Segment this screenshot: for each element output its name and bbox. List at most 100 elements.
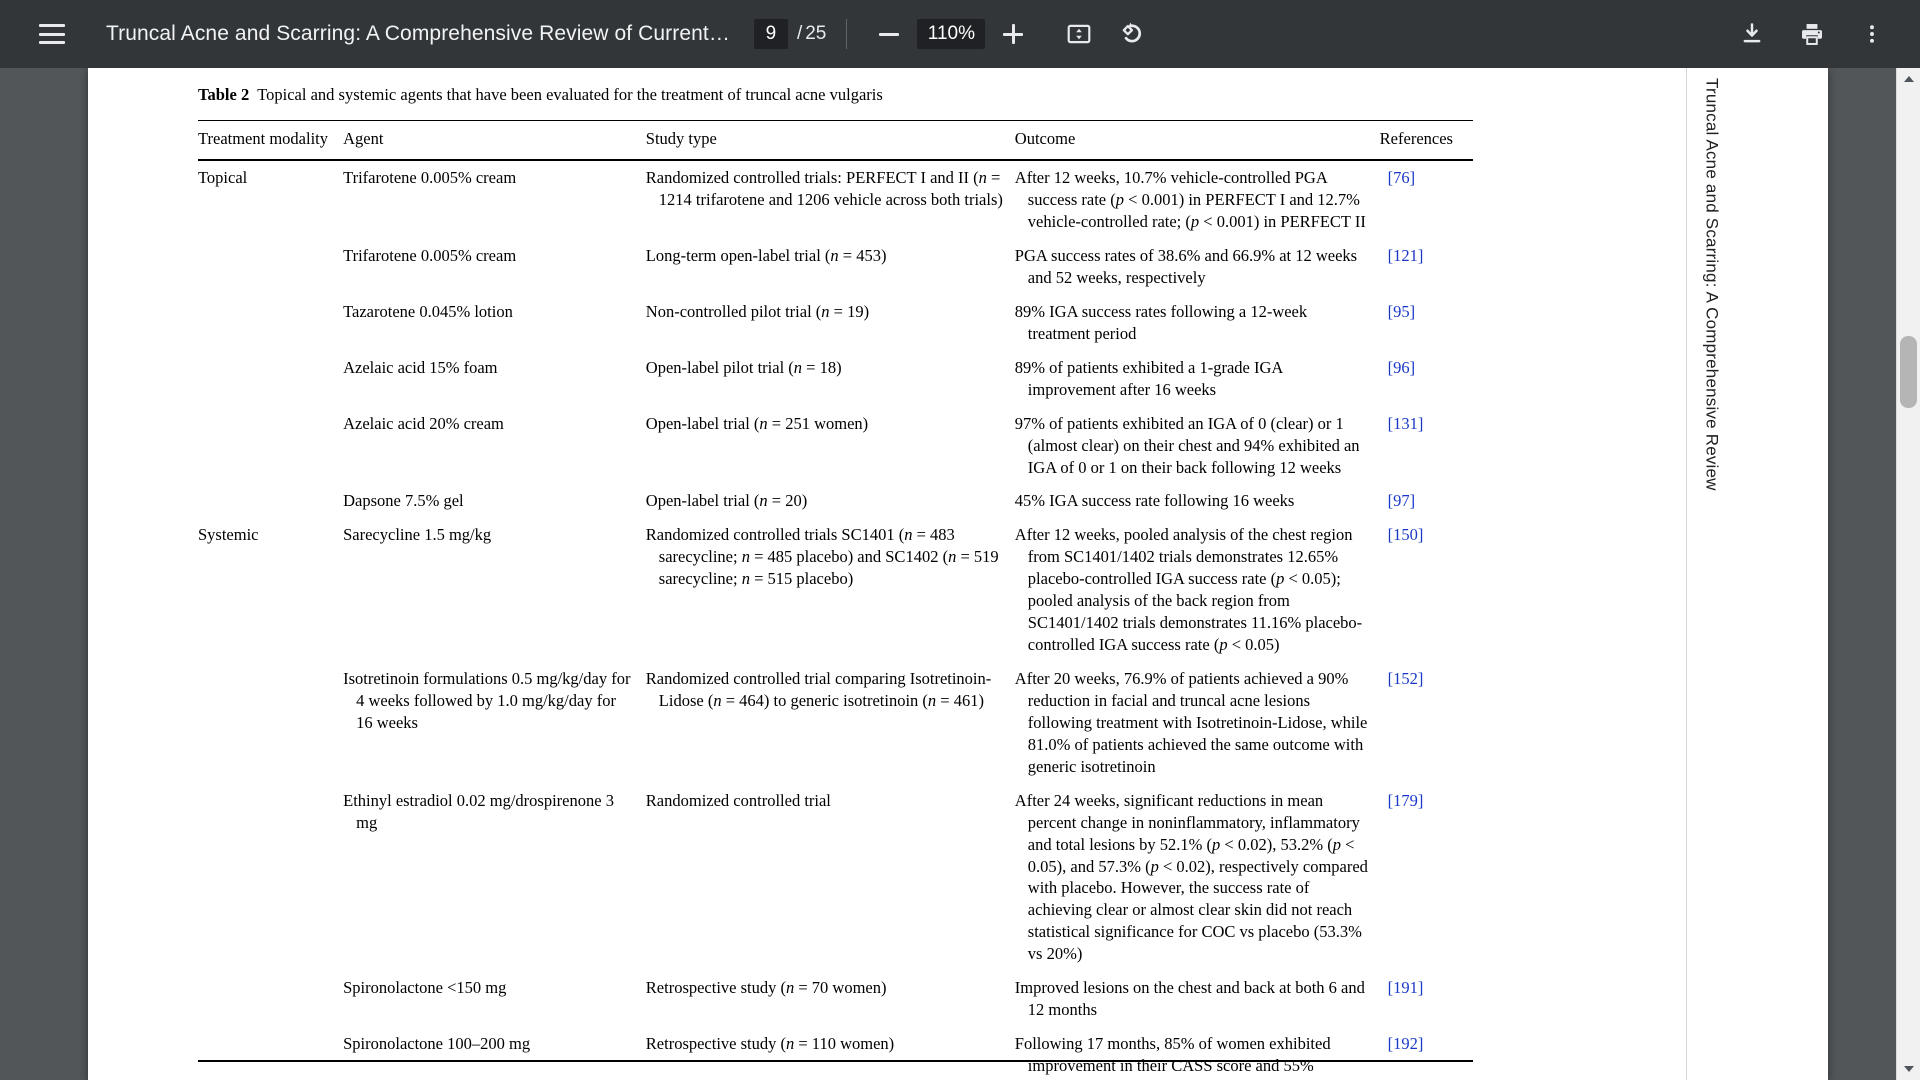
- table-row: Isotretinoin formulations 0.5 mg/kg/day …: [198, 662, 1473, 784]
- hamburger-menu-icon: [39, 24, 65, 44]
- reference-link[interactable]: [131]: [1388, 414, 1424, 433]
- reference-link[interactable]: [121]: [1388, 246, 1424, 265]
- column-header-study-type: Study type: [645, 120, 1015, 162]
- cell-reference: [131]: [1380, 407, 1473, 485]
- cell-outcome: After 12 weeks, pooled analysis of the c…: [1014, 525, 1363, 655]
- scroll-up-button[interactable]: [1897, 68, 1920, 90]
- reference-link[interactable]: [152]: [1388, 669, 1424, 688]
- fit-to-page-icon: [1068, 24, 1091, 44]
- cell-agent: Sarecycline 1.5 mg/kg: [343, 525, 492, 545]
- document-side-tab[interactable]: Truncal Acne and Scarring: A Comprehensi…: [1686, 68, 1736, 1080]
- reference-link[interactable]: [192]: [1388, 1034, 1424, 1053]
- table-head: Treatment modality Agent Study type Outc…: [198, 120, 1473, 162]
- document-title: Truncal Acne and Scarring: A Comprehensi…: [106, 22, 730, 45]
- table-header-row: Treatment modality Agent Study type Outc…: [198, 120, 1473, 162]
- print-button[interactable]: [1788, 10, 1836, 58]
- cell-agent: Spironolactone <150 mg: [343, 978, 507, 998]
- cell-reference: [152]: [1380, 662, 1473, 784]
- cell-reference: [192]: [1380, 1027, 1473, 1080]
- cell-study-type: Retrospective study (n = 70 women): [645, 978, 887, 998]
- table-row: Ethinyl estradiol 0.02 mg/drospirenone 3…: [198, 784, 1473, 972]
- page-content: Table 2 Topical and systemic agents that …: [88, 68, 1722, 1080]
- table-bottom-rule: [198, 1060, 1473, 1062]
- toolbar-divider-1: [846, 19, 848, 49]
- rotate-button[interactable]: [1109, 10, 1157, 58]
- toolbar-right-actions: [1716, 10, 1896, 58]
- cell-reference: [97]: [1380, 484, 1473, 518]
- cell-treatment-modality: [198, 971, 343, 1027]
- table-row: Spironolactone 100–200 mg Retrospective s…: [198, 1027, 1473, 1080]
- chevron-up-icon: [1903, 76, 1914, 82]
- reference-link[interactable]: [179]: [1388, 791, 1424, 810]
- column-header-outcome: Outcome: [1014, 120, 1380, 162]
- cell-agent: Azelaic acid 15% foam: [343, 357, 498, 377]
- rotate-counterclockwise-icon: [1122, 22, 1142, 43]
- cell-agent: Spironolactone 100–200 mg: [343, 1034, 531, 1054]
- zoom-controls: 110%: [867, 12, 1035, 56]
- cell-outcome: Improved lesions on the chest and back a…: [1014, 978, 1365, 1020]
- cell-study-type: Open-label trial (n = 20): [645, 491, 808, 511]
- zoom-out-button[interactable]: [867, 12, 911, 56]
- cell-reference: [96]: [1380, 351, 1473, 407]
- reference-link[interactable]: [191]: [1388, 978, 1424, 997]
- page-navigation: / 25: [753, 19, 827, 49]
- reference-link[interactable]: [76]: [1388, 168, 1416, 187]
- plus-icon-vertical: [1011, 24, 1015, 44]
- table-caption-label: Table 2: [198, 85, 250, 104]
- cell-reference: [191]: [1380, 971, 1473, 1027]
- cell-study-type: Open-label pilot trial (n = 18): [645, 357, 842, 377]
- sidebar-toggle-button[interactable]: [28, 10, 76, 58]
- zoom-level-value[interactable]: 110%: [917, 19, 986, 49]
- reference-link[interactable]: [150]: [1388, 525, 1424, 544]
- reference-link[interactable]: [95]: [1388, 302, 1416, 321]
- scroll-down-button[interactable]: [1897, 1058, 1920, 1080]
- cell-outcome: After 20 weeks, 76.9% of patients achiev…: [1014, 669, 1368, 776]
- cell-treatment-modality: [198, 239, 343, 295]
- cell-study-type: Randomized controlled trial comparing Is…: [645, 669, 992, 710]
- cell-agent: Azelaic acid 20% cream: [343, 413, 504, 433]
- cell-reference: [179]: [1380, 784, 1473, 972]
- download-button[interactable]: [1728, 10, 1776, 58]
- vertical-scrollbar[interactable]: [1896, 68, 1920, 1080]
- page-separator: /: [796, 23, 803, 44]
- cell-outcome: 89% IGA success rates following a 12-wee…: [1014, 301, 1308, 343]
- cell-agent: Tazarotene 0.045% lotion: [343, 301, 513, 321]
- cell-outcome: 89% of patients exhibited a 1-grade IGA …: [1014, 357, 1283, 399]
- cell-outcome: PGA success rates of 38.6% and 66.9% at …: [1014, 246, 1358, 287]
- table-row: Dapsone 7.5% gel Open-label trial (n = 20…: [198, 484, 1473, 518]
- more-vertical-icon: [1870, 25, 1874, 43]
- cell-outcome: After 12 weeks, 10.7% vehicle-controlled…: [1014, 168, 1366, 232]
- cell-study-type: Randomized controlled trials SC1401 (n =…: [645, 525, 999, 589]
- cell-treatment-modality: [198, 784, 343, 972]
- cell-reference: [76]: [1380, 160, 1473, 239]
- cell-study-type: Randomized controlled trials: PERFECT I …: [645, 168, 1003, 210]
- table-row: Trifarotene 0.005% cream Long-term open-l…: [198, 239, 1473, 295]
- cell-treatment-modality: [198, 1027, 343, 1080]
- table-2-container: Table 2 Topical and systemic agents that …: [198, 84, 1473, 1080]
- table-body: Topical Trifarotene 0.005% cream Randomize…: [198, 160, 1473, 1080]
- page-total-count: 25: [805, 23, 827, 44]
- cell-agent: Isotretinoin formulations 0.5 mg/kg/day …: [343, 669, 631, 732]
- minus-icon: [879, 32, 900, 36]
- reference-link[interactable]: [96]: [1388, 358, 1416, 377]
- cell-agent: Trifarotene 0.005% cream: [343, 168, 517, 188]
- cell-study-type: Long-term open-label trial (n = 453): [645, 246, 887, 266]
- print-icon: [1802, 24, 1822, 45]
- cell-study-type: Non-controlled pilot trial (n = 19): [645, 301, 870, 321]
- pdf-viewer-area[interactable]: Table 2 Topical and systemic agents that …: [0, 68, 1920, 1080]
- cell-outcome: After 24 weeks, significant reductions i…: [1014, 790, 1368, 964]
- pdf-toolbar: Truncal Acne and Scarring: A Comprehensi…: [0, 0, 1920, 68]
- scrollbar-thumb[interactable]: [1900, 336, 1917, 408]
- page-number-input[interactable]: [753, 19, 788, 49]
- cell-agent: Trifarotene 0.005% cream: [343, 246, 517, 266]
- table-row: Azelaic acid 20% cream Open-label trial (…: [198, 407, 1473, 485]
- reference-link[interactable]: [97]: [1388, 491, 1416, 510]
- pdf-page: Table 2 Topical and systemic agents that …: [88, 68, 1828, 1080]
- cell-outcome: Following 17 months, 85% of women exhibi…: [1014, 1034, 1331, 1080]
- more-options-button[interactable]: [1848, 10, 1896, 58]
- cell-treatment-modality: [198, 662, 343, 784]
- fit-to-page-button[interactable]: [1055, 10, 1103, 58]
- table-caption: Table 2 Topical and systemic agents that …: [198, 84, 1473, 106]
- cell-study-type: Randomized controlled trial: [645, 790, 831, 810]
- zoom-in-button[interactable]: [991, 12, 1035, 56]
